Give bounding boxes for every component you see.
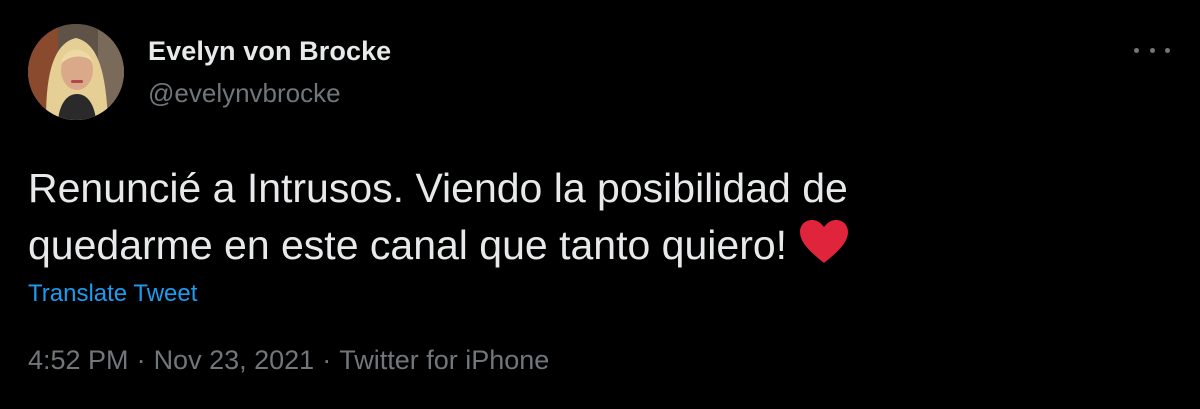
avatar-photo: [28, 24, 124, 120]
tweet-time[interactable]: 4:52 PM: [28, 345, 129, 375]
tweet-date[interactable]: Nov 23, 2021: [154, 345, 315, 375]
tweet-card: Evelyn von Brocke @evelynvbrocke Renunci…: [0, 0, 1200, 409]
tweet-source[interactable]: Twitter for iPhone: [339, 345, 549, 375]
translate-tweet-link[interactable]: Translate Tweet: [28, 280, 197, 308]
tweet-text-line-2: quedarme en este canal que tanto quiero!: [28, 222, 788, 268]
tweet-text: Renuncié a Intrusos. Viendo la posibilid…: [28, 160, 1168, 280]
more-dot: [1149, 47, 1155, 53]
tweet-text-line-2-wrapper: quedarme en este canal que tanto quiero!: [28, 217, 1168, 280]
author-name[interactable]: Evelyn von Brocke: [148, 36, 391, 67]
meta-separator: ·: [322, 345, 332, 375]
more-dot: [1134, 47, 1139, 53]
author-handle[interactable]: @evelynvbrocke: [148, 78, 341, 109]
meta-separator: ·: [136, 345, 146, 375]
avatar[interactable]: [28, 24, 124, 120]
tweet-meta: 4:52 PM · Nov 23, 2021 · Twitter for iPhone: [28, 345, 549, 376]
more-dot: [1165, 47, 1170, 53]
more-options-icon[interactable]: [1134, 36, 1170, 64]
tweet-text-line-1: Renuncié a Intrusos. Viendo la posibilid…: [28, 165, 848, 211]
red-heart-icon: [799, 219, 849, 280]
